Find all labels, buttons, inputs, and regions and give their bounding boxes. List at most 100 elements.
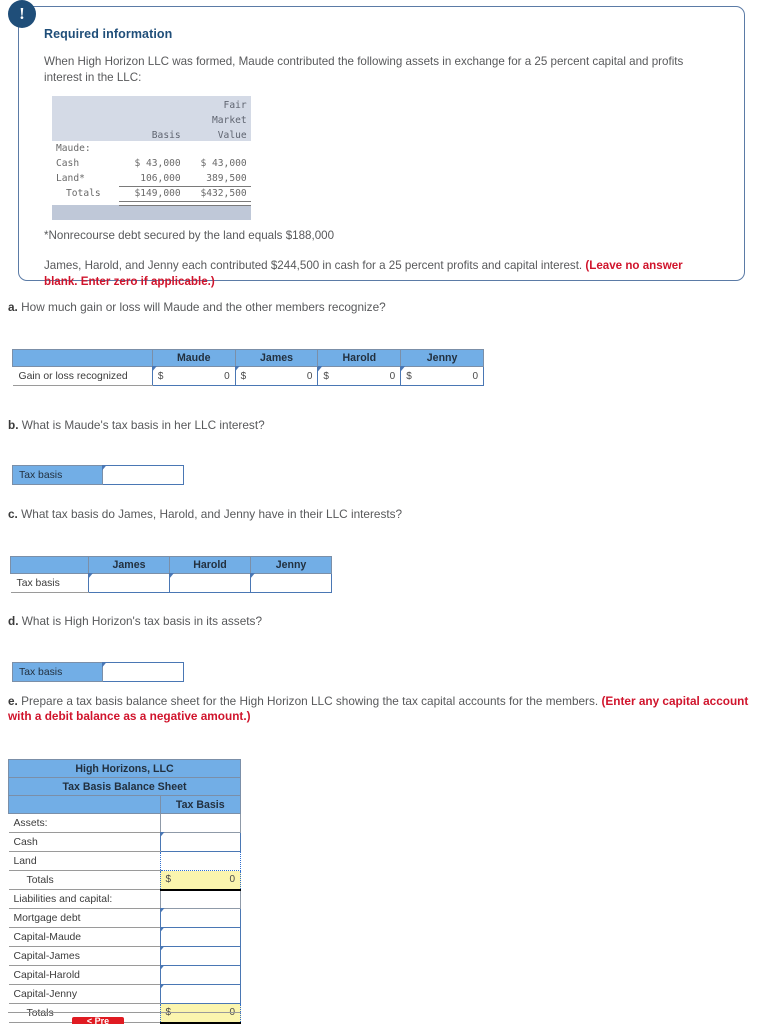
- table-a-header-jenny: Jenny: [400, 349, 484, 367]
- table-a-header-blank: [12, 349, 153, 367]
- card-paragraph-2-text: James, Harold, and Jenny each contribute…: [44, 259, 586, 272]
- nonrecourse-footnote: *Nonrecourse debt secured by the land eq…: [44, 229, 335, 242]
- bs-liabilities-header-cell: [159, 889, 241, 909]
- table-c-header-james: James: [88, 556, 170, 574]
- table-row: Cash: [8, 832, 241, 852]
- gain-loss-james-input[interactable]: $0: [234, 366, 319, 386]
- contrib-row-basis: $149,000: [134, 188, 181, 199]
- table-c-header-jenny: Jenny: [250, 556, 332, 574]
- bs-row-label: Capital-Maude: [8, 927, 160, 947]
- bs-liabilities-total: $0: [159, 1003, 241, 1024]
- question-c: c. What tax basis do James, Harold, and …: [8, 507, 402, 522]
- contrib-row-label: Maude:: [56, 143, 91, 154]
- bs-capital-maude-input[interactable]: [159, 927, 241, 947]
- bottom-divider: [8, 1012, 241, 1013]
- bs-column-header-row: Tax Basis: [8, 795, 241, 814]
- question-d-letter: d.: [8, 614, 19, 628]
- cell-value: 0: [472, 370, 478, 382]
- cell-corner-icon: [400, 366, 406, 372]
- cell-corner-icon: [169, 573, 174, 579]
- bs-capital-harold-input[interactable]: [159, 965, 241, 985]
- table-row: Liabilities and capital:: [8, 889, 241, 909]
- maude-tax-basis-input[interactable]: [101, 465, 185, 485]
- table-a-row-label: Gain or loss recognized: [12, 366, 153, 386]
- contrib-header-row-2: Market: [52, 111, 251, 126]
- question-e-letter: e.: [8, 694, 18, 708]
- bs-mortgage-debt-input[interactable]: [159, 908, 241, 928]
- question-e: e. Prepare a tax basis balance sheet for…: [8, 694, 756, 724]
- bs-row-label: Land: [8, 851, 160, 871]
- cell-corner-icon: [234, 366, 240, 372]
- table-row: Capital-Harold: [8, 965, 241, 985]
- contrib-row-fmv: [185, 141, 251, 156]
- card-title: Required information: [44, 27, 173, 41]
- currency-symbol: $: [323, 370, 329, 382]
- bs-land-input[interactable]: [159, 851, 241, 871]
- contrib-row-maude: Maude:: [52, 141, 251, 156]
- tax-basis-balance-sheet: High Horizons, LLC Tax Basis Balance She…: [8, 759, 241, 1024]
- table-row: Tax basis: [12, 662, 185, 682]
- contributed-assets-table: Fair Market Basis Value Maude: Cash $ 43…: [52, 96, 251, 220]
- bs-capital-james-input[interactable]: [159, 946, 241, 966]
- tax-basis-jenny-input[interactable]: [250, 573, 332, 593]
- gain-loss-maude-input[interactable]: $0: [151, 366, 236, 386]
- card-paragraph-1: When High Horizon LLC was formed, Maude …: [44, 55, 684, 84]
- contrib-header-basis-spacer-2: [119, 111, 185, 126]
- cell-corner-icon: [151, 366, 157, 372]
- contrib-header-row-1: Fair: [52, 96, 251, 111]
- card-paragraph-2: James, Harold, and Jenny each contribute…: [44, 258, 704, 290]
- cell-value: 0: [224, 370, 230, 382]
- contrib-header-blank: [52, 96, 119, 111]
- previous-button[interactable]: < Pre: [72, 1017, 124, 1024]
- cell-value: 0: [229, 874, 235, 886]
- tax-basis-james-input[interactable]: [88, 573, 170, 593]
- currency-symbol: $: [240, 370, 247, 382]
- bs-header-blank: [8, 795, 161, 814]
- gain-loss-harold-input[interactable]: $0: [317, 366, 402, 386]
- table-row: Capital-Maude: [8, 927, 241, 947]
- table-row: Assets:: [8, 813, 241, 833]
- question-c-text: What tax basis do James, Harold, and Jen…: [17, 507, 403, 521]
- cell-corner-icon: [101, 662, 107, 668]
- bs-row-label: Capital-Jenny: [8, 984, 160, 1004]
- table-maude-tax-basis: Tax basis: [12, 465, 185, 485]
- table-a-header-row: Maude James Harold Jenny: [12, 349, 484, 367]
- table-a-header-harold: Harold: [317, 349, 402, 367]
- bs-row-label: Capital-James: [8, 946, 160, 966]
- contrib-row-basis: $ 43,000: [134, 158, 181, 169]
- contrib-header-fmv-line3: Value: [217, 130, 247, 141]
- contrib-header-fmv-line2: Market: [212, 115, 247, 126]
- cell-corner-icon: [250, 573, 255, 579]
- exclamation-icon: !: [8, 0, 36, 28]
- bs-cash-input[interactable]: [159, 832, 241, 852]
- llc-asset-basis-input[interactable]: [101, 662, 185, 682]
- question-a-letter: a.: [8, 300, 18, 314]
- table-c-header-blank: [10, 556, 89, 574]
- bs-title-row-2: Tax Basis Balance Sheet: [8, 777, 241, 796]
- cell-corner-icon: [159, 946, 165, 952]
- bs-capital-jenny-input[interactable]: [159, 984, 241, 1004]
- cell-corner-icon: [159, 908, 165, 914]
- cell-corner-icon: [88, 573, 93, 579]
- question-c-letter: c.: [8, 507, 18, 521]
- contrib-grey-bar: [52, 205, 251, 220]
- bs-row-label: Mortgage debt: [8, 908, 160, 928]
- gain-loss-jenny-input[interactable]: $0: [400, 366, 484, 386]
- contrib-header-basis-spacer: [119, 96, 185, 111]
- bs-row-label: Capital-Harold: [8, 965, 160, 985]
- currency-symbol: $: [165, 874, 172, 886]
- tax-basis-harold-input[interactable]: [169, 573, 251, 593]
- table-llc-asset-basis: Tax basis: [12, 662, 185, 682]
- contrib-header-basis: Basis: [151, 130, 181, 141]
- table-gain-or-loss: Maude James Harold Jenny Gain or loss re…: [12, 349, 484, 386]
- question-b: b. What is Maude's tax basis in her LLC …: [8, 418, 265, 433]
- table-row: Totals $0: [8, 870, 241, 891]
- contrib-row-basis: [119, 141, 185, 156]
- table-members-tax-basis: James Harold Jenny Tax basis: [10, 556, 332, 593]
- table-a-header-james: James: [234, 349, 319, 367]
- cell-corner-icon: [101, 465, 107, 471]
- question-a: a. How much gain or loss will Maude and …: [8, 300, 386, 315]
- question-e-text: Prepare a tax basis balance sheet for th…: [17, 694, 602, 708]
- table-row: Capital-Jenny: [8, 984, 241, 1004]
- contrib-grey-bar-row: [52, 205, 251, 220]
